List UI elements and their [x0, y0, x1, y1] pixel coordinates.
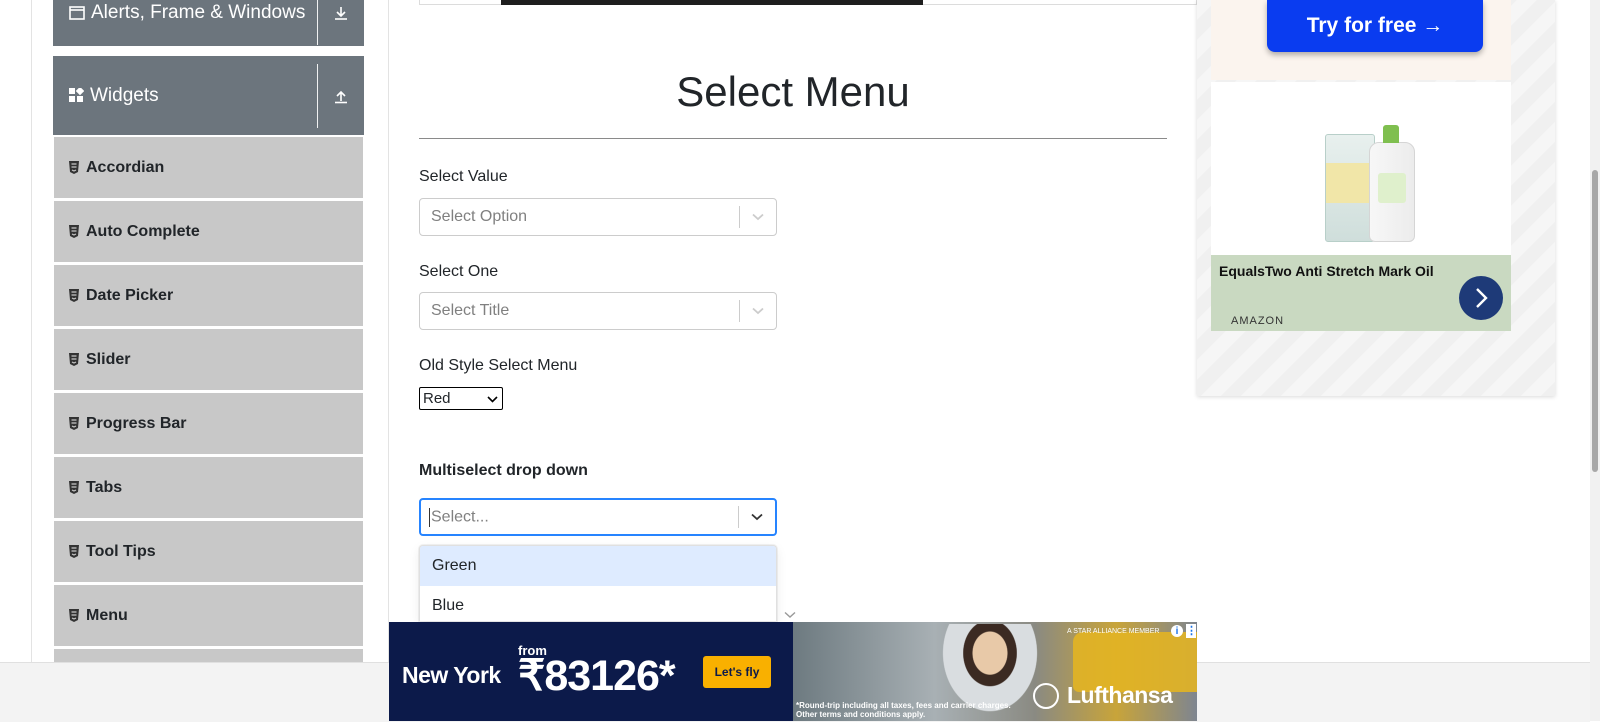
try-for-free-button[interactable]: Try for free → [1267, 0, 1483, 52]
product-bottle [1369, 125, 1415, 242]
sidebar-item-menu[interactable]: Menu [54, 585, 363, 646]
ad-offer-panel: from New York ₹83126* Let's fly [389, 622, 793, 721]
html5-icon [68, 161, 80, 174]
sidebar-item-label: Menu [86, 606, 128, 624]
select-value-label: Select Value [419, 168, 508, 185]
top-banner-image [501, 0, 923, 5]
chevron-down-icon[interactable] [740, 213, 776, 221]
sidebar-item-label: Accordian [86, 158, 165, 176]
html5-icon [68, 353, 80, 366]
sidebar-item-label: Progress Bar [86, 414, 187, 432]
sidebar-item-tabs[interactable]: Tabs [54, 457, 363, 518]
page-scrollbar[interactable] [1590, 0, 1600, 721]
sidebar-item-slider[interactable]: Slider [54, 329, 363, 390]
select-one-label: Select One [419, 263, 499, 280]
sidebar-item-label: Tool Tips [86, 542, 156, 560]
airline-name: Lufthansa [1067, 682, 1173, 708]
ad-city: New York [402, 662, 501, 688]
multiselect-placeholder-text: Select... [431, 508, 489, 526]
html5-icon [68, 545, 80, 558]
html5-icon [68, 417, 80, 430]
chevron-down-icon[interactable] [740, 307, 776, 315]
old-style-label: Old Style Select Menu [419, 357, 578, 374]
sidebar-item-accordian[interactable]: Accordian [54, 137, 363, 198]
separator [317, 0, 318, 45]
sidebar-item-label: Date Picker [86, 286, 174, 304]
multiselect-input[interactable]: Select... [419, 498, 777, 536]
chevron-down-icon[interactable] [739, 513, 775, 521]
sidebar-group-alerts[interactable]: Alerts, Frame & Windows [53, 0, 364, 46]
product-image[interactable] [1211, 82, 1511, 255]
html5-icon [68, 225, 80, 238]
multiselect-menu: Green Blue [419, 545, 777, 621]
sidebar-group-widgets[interactable]: Widgets [53, 56, 364, 135]
airline-logo: Lufthansa [1033, 682, 1173, 709]
fine-print-line: Other terms and conditions apply. [796, 710, 926, 719]
title-divider [419, 138, 1167, 139]
select-value-placeholder: Select Option [431, 208, 528, 225]
select-value-dropdown[interactable]: Select Option [419, 198, 777, 236]
html5-icon [68, 481, 80, 494]
product-name: EqualsTwo Anti Stretch Mark Oil [1219, 263, 1434, 279]
html5-icon [68, 289, 80, 302]
product-info[interactable]: EqualsTwo Anti Stretch Mark Oil AMAZON [1211, 255, 1511, 331]
page-title: Select Menu [676, 68, 910, 115]
ad-cta-area: Try for free → [1211, 0, 1511, 80]
multiselect-placeholder: Select... [421, 507, 738, 527]
sidebar-item-label: Slider [86, 350, 131, 368]
ad-alliance-text: A STAR ALLIANCE MEMBER [1067, 628, 1160, 635]
product-box [1325, 134, 1375, 242]
option-blue[interactable]: Blue [420, 586, 776, 621]
lets-fly-button[interactable]: Let's fly [703, 656, 771, 688]
separator [317, 63, 318, 128]
sidebar-group-title: Alerts, Frame & Windows [91, 2, 306, 23]
widgets-grid-icon [69, 88, 84, 103]
sidebar-item-label: Tabs [86, 478, 123, 496]
select-one-dropdown[interactable]: Select Title [419, 292, 777, 330]
ad-price: ₹83126* [518, 652, 676, 700]
ad-photo-panel: A STAR ALLIANCE MEMBER i ⋮ *Round-trip i… [793, 622, 1197, 721]
ad-menu-icon[interactable]: ⋮ [1186, 624, 1197, 638]
option-green[interactable]: Green [420, 546, 776, 586]
crane-logo-icon [1033, 682, 1059, 709]
old-style-selected-value: Red [423, 390, 451, 407]
select-one-placeholder: Select Title [431, 302, 510, 319]
chevron-right-icon[interactable] [1459, 276, 1503, 320]
sidebar-item-tool-tips[interactable]: Tool Tips [54, 521, 363, 582]
scrollbar-thumb[interactable] [1592, 170, 1598, 472]
ad-fine-print: *Round-trip including all taxes, fees an… [796, 701, 1011, 719]
chevron-down-icon [487, 390, 498, 407]
sidebar-right-border [388, 0, 389, 662]
window-icon [69, 6, 85, 20]
sidebar-item-date-picker[interactable]: Date Picker [54, 265, 363, 326]
old-style-select[interactable]: Red [419, 387, 503, 410]
upload-arrow-icon[interactable] [318, 88, 364, 104]
download-arrow-icon[interactable] [318, 5, 364, 21]
sidebar-item-label: Auto Complete [86, 222, 200, 240]
sidebar-item-auto-complete[interactable]: Auto Complete [54, 201, 363, 262]
fine-print-line: *Round-trip including all taxes, fees an… [796, 701, 1011, 710]
html5-icon [68, 609, 80, 622]
ad-info-icon[interactable]: i [1171, 625, 1183, 637]
product-brand: AMAZON [1231, 315, 1285, 327]
text-caret [429, 507, 430, 527]
right-advertisement[interactable]: Try for free → EqualsTwo Anti Stretch Ma… [1197, 0, 1555, 396]
sidebar-item-progress-bar[interactable]: Progress Bar [54, 393, 363, 454]
sidebar-group-title: Widgets [90, 84, 159, 106]
left-content-border [31, 0, 32, 662]
bottom-advertisement[interactable]: from New York ₹83126* Let's fly A STAR A… [389, 622, 1197, 721]
multiselect-label: Multiselect drop down [419, 462, 588, 479]
